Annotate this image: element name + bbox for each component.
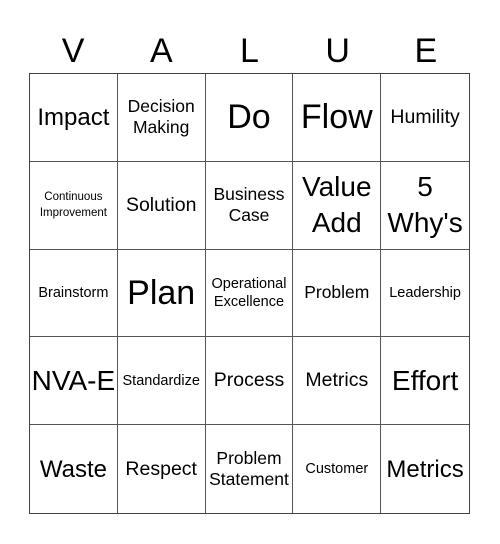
bingo-cell-text: Solution xyxy=(125,193,197,216)
bingo-cell[interactable]: Brainstorm xyxy=(30,249,118,338)
bingo-cell-text: Waste xyxy=(39,455,107,483)
bingo-cell-text: Flow xyxy=(300,98,373,137)
bingo-cell[interactable]: Metrics xyxy=(381,425,469,513)
bingo-cell-text: Brainstorm xyxy=(38,284,109,301)
bingo-cell-text: Humility xyxy=(390,105,460,128)
bingo-cell[interactable]: Waste xyxy=(30,425,118,513)
bingo-header: V A L U E xyxy=(29,30,470,72)
bingo-cell[interactable]: Humility xyxy=(381,74,469,162)
bingo-cell-text: Operational Excellence xyxy=(211,275,287,310)
bingo-cell[interactable]: 5 Why's xyxy=(381,162,469,250)
bingo-cell[interactable]: Effort xyxy=(381,337,469,426)
bingo-cell[interactable]: Customer xyxy=(293,425,382,513)
bingo-cell[interactable]: Standardize xyxy=(117,337,206,426)
bingo-cell-text: NVA-E xyxy=(31,364,116,396)
bingo-cell-text: Plan xyxy=(127,273,196,312)
bingo-cell[interactable]: Leadership xyxy=(381,250,469,338)
bingo-cell[interactable]: Operational Excellence xyxy=(205,249,294,338)
bingo-cell-text: 5 Why's xyxy=(387,171,463,239)
bingo-cell[interactable]: Metrics xyxy=(293,337,382,426)
bingo-cell[interactable]: Decision Making xyxy=(117,74,206,162)
bingo-cell[interactable]: Continuous Improvement xyxy=(30,161,118,250)
bingo-cell-text: Metrics xyxy=(305,369,369,392)
bingo-cell-text: Business Case xyxy=(213,184,285,226)
header-letter: U xyxy=(325,32,350,70)
bingo-cell-text: Problem Statement xyxy=(209,448,289,490)
bingo-cell-text: Problem xyxy=(304,282,370,303)
bingo-cell-text: Standardize xyxy=(122,372,200,389)
bingo-cell[interactable]: NVA-E xyxy=(30,337,118,426)
bingo-cell-text: Customer xyxy=(305,461,369,478)
header-letter: V xyxy=(61,32,85,70)
bingo-cell[interactable]: Business Case xyxy=(205,161,294,250)
bingo-cell[interactable]: Process xyxy=(205,337,294,426)
bingo-cell-text: Leadership xyxy=(389,284,461,301)
bingo-cell-text: Metrics xyxy=(386,455,464,483)
header-letter: A xyxy=(149,32,173,70)
bingo-cell-text: Process xyxy=(213,369,285,392)
bingo-cell[interactable]: Do xyxy=(205,74,294,162)
bingo-cell[interactable]: Solution xyxy=(117,161,206,250)
bingo-cell-text: Impact xyxy=(37,103,110,131)
header-letter: E xyxy=(414,32,438,70)
bingo-cell-text: Decision Making xyxy=(127,96,195,138)
bingo-cell[interactable]: Problem xyxy=(293,249,382,338)
bingo-grid: Impact Decision Making Do Flow Humility Conti… xyxy=(29,73,470,514)
bingo-cell[interactable]: Respect xyxy=(118,425,206,513)
bingo-cell-text: Respect xyxy=(125,457,197,480)
bingo-cell-text: Continuous Improvement xyxy=(39,191,107,220)
header-letter: L xyxy=(240,32,259,70)
bingo-cell-text: Effort xyxy=(391,364,459,396)
bingo-cell-text: Value Add xyxy=(302,171,372,239)
bingo-cell[interactable]: Problem Statement xyxy=(206,425,294,513)
bingo-cell[interactable]: Flow xyxy=(293,74,382,162)
bingo-cell-text: Do xyxy=(227,98,271,137)
bingo-cell[interactable]: Value Add xyxy=(293,161,382,250)
bingo-cell[interactable]: Plan xyxy=(117,249,206,338)
bingo-cell[interactable]: Impact xyxy=(30,74,118,162)
